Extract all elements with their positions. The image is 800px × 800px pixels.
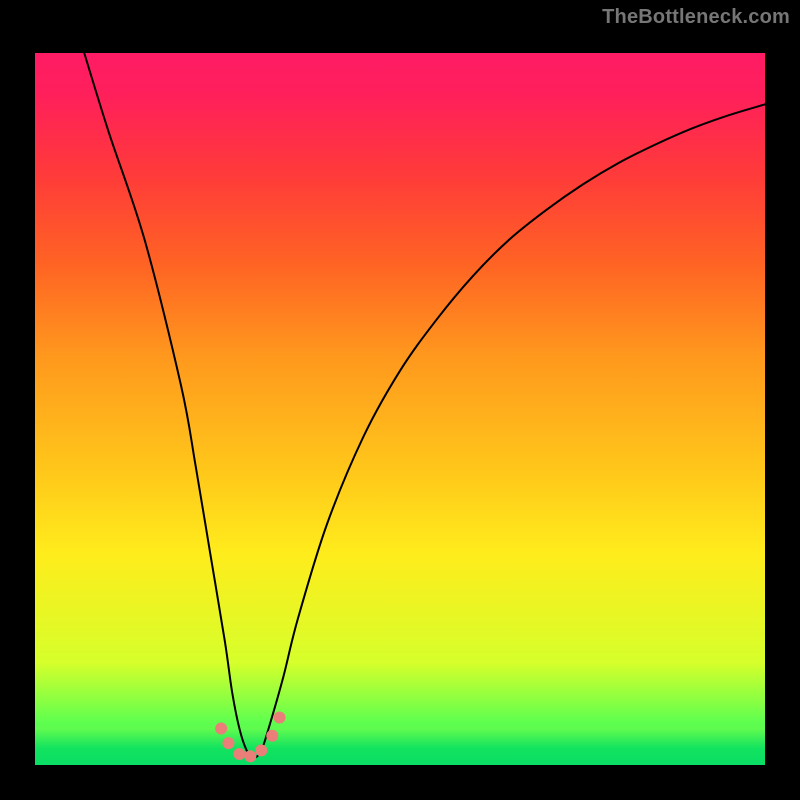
plot-gradient-background <box>35 35 765 765</box>
chart-container: TheBottleneck.com <box>0 0 800 800</box>
watermark-text: TheBottleneck.com <box>602 6 790 29</box>
